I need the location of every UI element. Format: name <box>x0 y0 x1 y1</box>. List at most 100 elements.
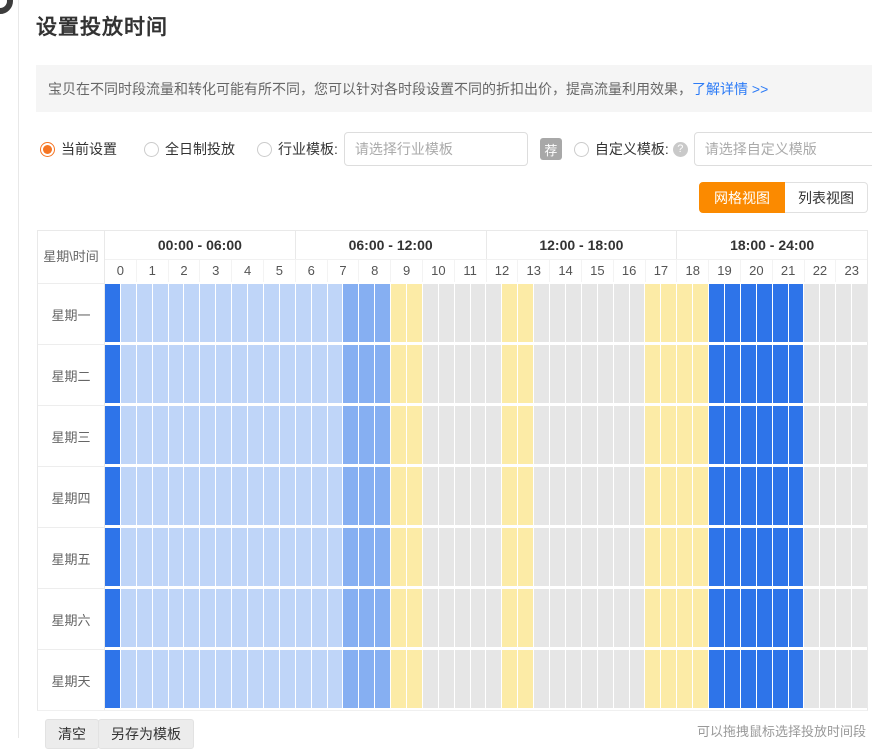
schedule-cell[interactable] <box>757 650 772 708</box>
schedule-cell[interactable] <box>375 284 390 342</box>
schedule-cell[interactable] <box>836 467 851 525</box>
schedule-cell[interactable] <box>486 467 501 525</box>
schedule-cell[interactable] <box>407 528 422 586</box>
schedule-cell[interactable] <box>391 406 406 464</box>
schedule-cell[interactable] <box>645 406 660 464</box>
schedule-cell[interactable] <box>709 467 724 525</box>
schedule-cell[interactable] <box>439 528 454 586</box>
schedule-cell[interactable] <box>661 528 676 586</box>
schedule-cell[interactable] <box>757 284 772 342</box>
schedule-cell[interactable] <box>423 406 438 464</box>
schedule-cell[interactable] <box>455 406 470 464</box>
schedule-cell[interactable] <box>200 345 215 403</box>
schedule-cell[interactable] <box>137 528 152 586</box>
schedule-cell[interactable] <box>471 284 486 342</box>
schedule-cell[interactable] <box>375 528 390 586</box>
schedule-cell[interactable] <box>741 650 756 708</box>
schedule-cell[interactable] <box>614 589 629 647</box>
schedule-cell[interactable] <box>137 284 152 342</box>
schedule-cell[interactable] <box>105 589 120 647</box>
schedule-cell[interactable] <box>423 467 438 525</box>
schedule-cell[interactable] <box>661 650 676 708</box>
schedule-cell[interactable] <box>280 650 295 708</box>
schedule-cell[interactable] <box>804 467 819 525</box>
schedule-cell[interactable] <box>486 406 501 464</box>
schedule-cell[interactable] <box>328 650 343 708</box>
schedule-cell[interactable] <box>677 589 692 647</box>
schedule-cell[interactable] <box>200 589 215 647</box>
schedule-cell[interactable] <box>328 528 343 586</box>
schedule-cell[interactable] <box>359 650 374 708</box>
radio-icon[interactable] <box>257 142 272 157</box>
schedule-cell[interactable] <box>471 467 486 525</box>
schedule-cell[interactable] <box>105 467 120 525</box>
schedule-cell[interactable] <box>534 467 549 525</box>
schedule-cell[interactable] <box>296 284 311 342</box>
schedule-cell[interactable] <box>121 467 136 525</box>
radio-selected-icon[interactable] <box>40 142 55 157</box>
schedule-cell[interactable] <box>757 406 772 464</box>
schedule-cell[interactable] <box>852 528 867 586</box>
schedule-cell[interactable] <box>709 528 724 586</box>
schedule-cell[interactable] <box>645 528 660 586</box>
schedule-cell[interactable] <box>502 528 517 586</box>
schedule-cell[interactable] <box>804 406 819 464</box>
schedule-cell[interactable] <box>614 650 629 708</box>
schedule-cell[interactable] <box>232 406 247 464</box>
schedule-cell[interactable] <box>757 467 772 525</box>
schedule-cell[interactable] <box>741 345 756 403</box>
schedule-cell[interactable] <box>296 528 311 586</box>
schedule-cell[interactable] <box>486 528 501 586</box>
schedule-cell[interactable] <box>359 345 374 403</box>
schedule-cell[interactable] <box>439 467 454 525</box>
schedule-cell[interactable] <box>836 284 851 342</box>
schedule-cell[interactable] <box>741 528 756 586</box>
schedule-cell[interactable] <box>391 345 406 403</box>
schedule-cell[interactable] <box>820 467 835 525</box>
schedule-cell[interactable] <box>836 589 851 647</box>
schedule-cell[interactable] <box>693 467 708 525</box>
schedule-cell[interactable] <box>137 345 152 403</box>
schedule-cell[interactable] <box>630 406 645 464</box>
schedule-cell[interactable] <box>312 589 327 647</box>
radio-industry-template[interactable]: 行业模板: <box>257 139 338 159</box>
schedule-cell[interactable] <box>455 345 470 403</box>
schedule-cell[interactable] <box>645 650 660 708</box>
schedule-cell[interactable] <box>375 345 390 403</box>
schedule-cell[interactable] <box>661 467 676 525</box>
schedule-cell[interactable] <box>312 650 327 708</box>
schedule-cell[interactable] <box>280 467 295 525</box>
schedule-cell[interactable] <box>502 467 517 525</box>
schedule-cell[interactable] <box>598 345 613 403</box>
schedule-cell[interactable] <box>328 284 343 342</box>
schedule-cell[interactable] <box>328 467 343 525</box>
schedule-cell[interactable] <box>343 650 358 708</box>
schedule-cell[interactable] <box>264 467 279 525</box>
schedule-cell[interactable] <box>836 650 851 708</box>
schedule-cell[interactable] <box>407 406 422 464</box>
schedule-cell[interactable] <box>836 345 851 403</box>
clear-button[interactable]: 清空 <box>45 719 99 749</box>
schedule-cell[interactable] <box>232 284 247 342</box>
schedule-cell[interactable] <box>630 589 645 647</box>
schedule-cell[interactable] <box>359 528 374 586</box>
schedule-cell[interactable] <box>343 528 358 586</box>
schedule-cell[interactable] <box>471 589 486 647</box>
schedule-cell[interactable] <box>804 589 819 647</box>
schedule-cell[interactable] <box>184 589 199 647</box>
schedule-cell[interactable] <box>296 345 311 403</box>
schedule-cell[interactable] <box>741 284 756 342</box>
schedule-cell[interactable] <box>630 528 645 586</box>
schedule-cell[interactable] <box>773 467 788 525</box>
schedule-cell[interactable] <box>534 589 549 647</box>
schedule-cell[interactable] <box>486 650 501 708</box>
schedule-cell[interactable] <box>248 650 263 708</box>
schedule-cell[interactable] <box>343 406 358 464</box>
schedule-cell[interactable] <box>598 467 613 525</box>
schedule-cell[interactable] <box>550 345 565 403</box>
schedule-cell[interactable] <box>582 467 597 525</box>
schedule-cell[interactable] <box>248 345 263 403</box>
schedule-cell[interactable] <box>614 284 629 342</box>
schedule-cell[interactable] <box>407 345 422 403</box>
learn-more-link[interactable]: 了解详情 >> <box>692 79 768 99</box>
